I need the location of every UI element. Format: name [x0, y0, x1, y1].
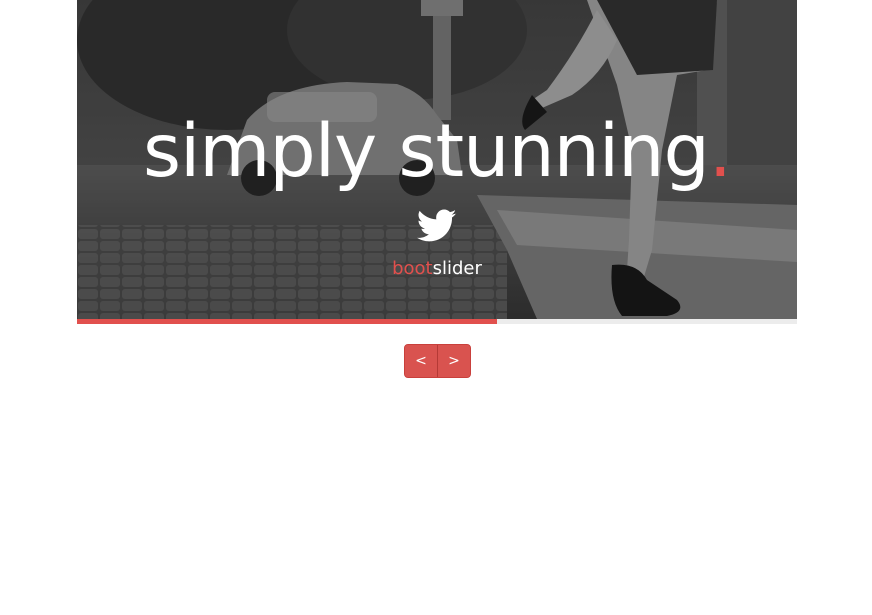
headline-dot: . [708, 109, 732, 194]
image-slider: simply stunning. bootslider [77, 0, 797, 319]
brand-label-slider: slider [432, 258, 482, 279]
brand-label-boot: boot [392, 258, 433, 279]
brand-label: bootslider [77, 258, 797, 280]
headline-text: simply stunning [142, 109, 710, 194]
prev-slide-button[interactable]: < [405, 345, 438, 377]
slide-progress-bar [77, 319, 797, 324]
slide-progress-fill [77, 319, 497, 324]
slide-headline: simply stunning. [77, 108, 797, 196]
twitter-icon [417, 209, 457, 242]
slider-nav: < > [404, 344, 471, 378]
next-slide-button[interactable]: > [438, 345, 470, 377]
